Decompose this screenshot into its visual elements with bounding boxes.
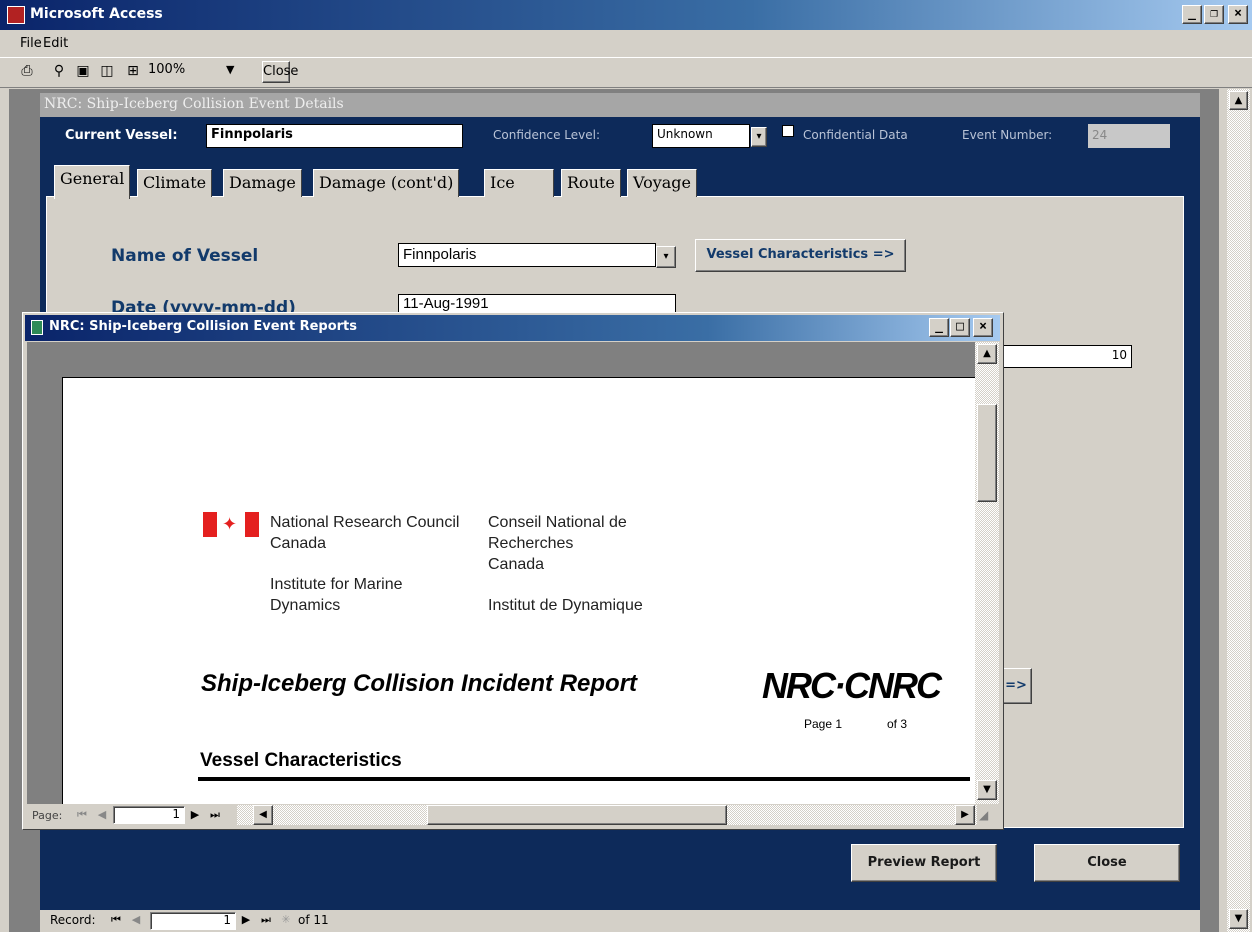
report-window-icon [31,320,43,335]
menu-bar: File Edit [0,30,1252,57]
report-vertical-scrollbar[interactable]: ▲ ▼ [975,342,999,804]
page-number-label: Page 1 [804,717,843,731]
org-en-line1: National Research Council [270,514,460,531]
preview-report-button[interactable]: Preview Report [851,844,997,882]
date-field[interactable]: 11-Aug-1991 [398,294,676,314]
form-close-button[interactable]: Close [1034,844,1180,882]
minimize-button[interactable]: _ [1182,5,1202,24]
report-close-button[interactable]: × [973,318,993,337]
report-horizontal-scrollbar[interactable]: ◀ ▶ [237,805,977,825]
report-maximize-button[interactable]: □ [950,318,970,337]
form-title: NRC: Ship-Iceberg Collision Event Detail… [44,96,344,112]
report-next-page-icon[interactable]: ▶ [185,806,205,825]
report-scroll-thumb[interactable] [977,404,997,502]
report-bottom-bar: Page: ⏮ ◀ 1 ▶ ⏭ ◀ ▶ ◢ [27,804,999,827]
restore-button[interactable]: ❐ [1204,5,1224,24]
toolbar-close-button[interactable]: Close [262,61,298,83]
record-navigation-bar: Record: ⏮ ◀ 1 ▶ ⏭ ✳ of 11 [40,910,1200,932]
vessel-dropdown-arrow-icon[interactable]: ▾ [656,246,676,268]
zoom-select[interactable]: 100% ▼ [148,62,242,83]
report-scroll-left-icon[interactable]: ◀ [253,805,273,825]
report-scroll-up-icon[interactable]: ▲ [977,344,997,364]
org-fr-line1: Conseil National de [488,514,627,531]
confidential-data-label: Confidential Data [803,128,908,142]
event-number-label: Event Number: [962,128,1053,142]
one-page-icon[interactable]: ▣ [72,61,94,83]
report-hscroll-thumb[interactable] [427,805,727,825]
next-record-icon[interactable]: ▶ [236,911,256,930]
report-last-page-icon[interactable]: ⏭ [205,806,225,825]
first-record-icon[interactable]: ⏮ [106,911,126,930]
page-nav-label: Page: [32,809,63,822]
report-title-bar: NRC: Ship-Iceberg Collision Event Report… [25,315,1000,341]
menu-file[interactable]: File [20,36,42,51]
app-title: Microsoft Access [30,6,163,22]
access-app-icon [7,6,25,24]
current-vessel-field[interactable]: Finnpolaris [206,124,463,148]
report-scroll-down-icon[interactable]: ▼ [977,780,997,800]
record-label: Record: [50,913,96,927]
partial-numeric-field[interactable]: 10 [1000,345,1132,368]
tab-voyage[interactable]: Voyage [627,169,698,197]
last-record-icon[interactable]: ⏭ [256,911,276,930]
tab-climate[interactable]: Climate [137,169,213,197]
two-pages-icon[interactable]: ◫ [96,61,118,83]
new-record-icon[interactable]: ✳ [276,911,296,930]
scroll-up-arrow-icon[interactable]: ▲ [1229,91,1248,110]
org-en-line2: Canada [270,535,327,552]
resize-grip-icon[interactable]: ◢ [979,808,988,822]
inst-en-line2: Dynamics [270,597,341,614]
page-total-label: of 3 [887,717,908,731]
report-window-title: NRC: Ship-Iceberg Collision Event Report… [49,319,357,334]
event-number-field[interactable]: 24 [1088,124,1170,148]
report-page [62,377,975,804]
report-prev-page-icon[interactable]: ◀ [92,806,112,825]
confidence-level-label: Confidence Level: [493,128,601,142]
mdi-vertical-scrollbar[interactable]: ▲ ▼ [1227,89,1250,932]
report-scroll-right-icon[interactable]: ▶ [955,805,975,825]
tab-damage-contd[interactable]: Damage (cont'd) [313,169,460,197]
org-fr-line2: Recherches [488,535,574,552]
close-app-button[interactable]: × [1228,5,1248,24]
tab-route[interactable]: Route [561,169,621,197]
section-divider [198,777,970,781]
record-total: of 11 [298,913,329,927]
report-minimize-button[interactable]: _ [929,318,949,337]
tab-damage[interactable]: Damage [223,169,302,197]
current-vessel-label: Current Vessel: [65,128,178,143]
tab-ice[interactable]: Ice [484,169,554,197]
scroll-down-arrow-icon[interactable]: ▼ [1229,909,1248,929]
nrc-cnrc-logo: NRC·CNRC [762,666,942,706]
tab-general[interactable]: General [54,165,131,199]
report-heading: Ship-Iceberg Collision Incident Report [201,670,638,697]
magnifier-icon[interactable]: ⚲ [48,61,70,83]
prev-record-icon[interactable]: ◀ [126,911,146,930]
menu-edit[interactable]: Edit [43,36,68,51]
chevron-down-icon: ▼ [226,63,235,76]
confidence-dropdown-arrow-icon[interactable]: ▾ [751,127,767,147]
confidence-level-select[interactable]: Unknown [652,124,750,148]
inst-fr: Institut de Dynamique [488,597,643,614]
vessel-characteristics-button[interactable]: Vessel Characteristics => [695,239,906,272]
report-first-page-icon[interactable]: ⏮ [72,806,92,825]
print-icon[interactable]: ⎙ [16,61,38,83]
section-heading: Vessel Characteristics [200,750,402,771]
report-page-input[interactable]: 1 [113,806,185,824]
app-title-bar: Microsoft Access _ ❐ × [0,0,1252,30]
canada-flag-icon: ✦ [203,512,259,537]
org-fr-line3: Canada [488,556,545,573]
confidential-checkbox[interactable] [782,125,794,137]
multiple-pages-icon[interactable]: ⊞ [122,61,144,83]
name-of-vessel-combo[interactable]: Finnpolaris [398,243,656,267]
form-title-bar: NRC: Ship-Iceberg Collision Event Detail… [40,93,1200,117]
inst-en-line1: Institute for Marine [270,576,403,593]
zoom-value: 100% [148,62,186,77]
name-of-vessel-label: Name of Vessel [111,246,259,266]
record-number-input[interactable]: 1 [150,912,236,930]
partial-arrow-button[interactable]: => [1000,668,1032,704]
